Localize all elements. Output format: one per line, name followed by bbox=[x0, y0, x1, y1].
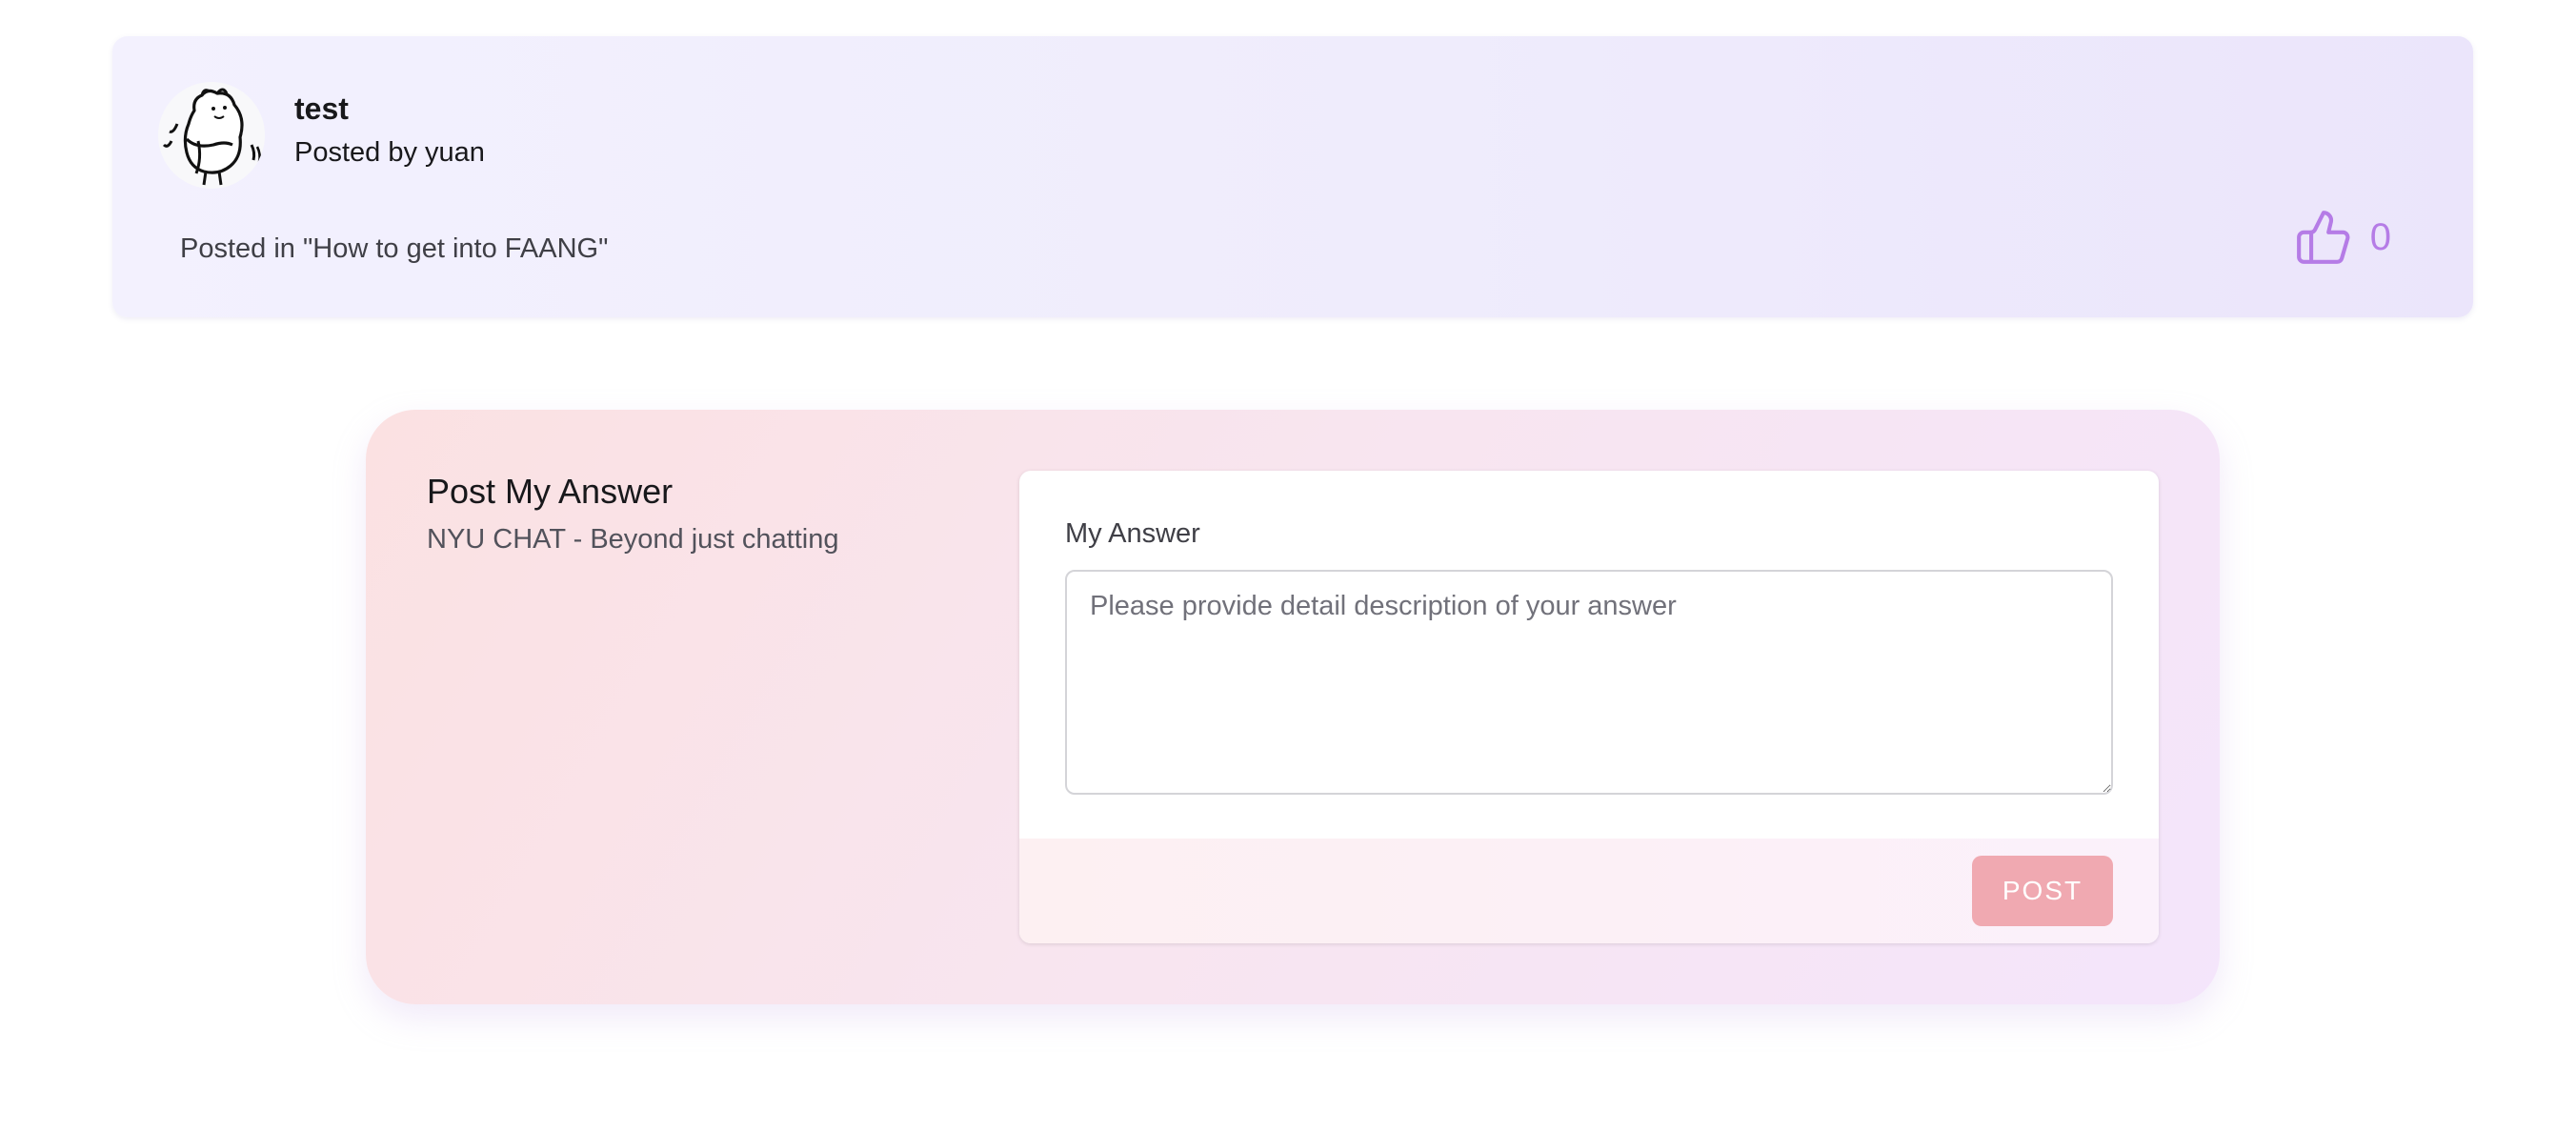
avatar[interactable] bbox=[158, 82, 265, 189]
answer-field-label: My Answer bbox=[1065, 518, 1200, 549]
like-count: 0 bbox=[2369, 216, 2391, 258]
answer-textarea[interactable] bbox=[1065, 570, 2113, 795]
question-title[interactable]: test bbox=[294, 90, 485, 128]
answer-form: My Answer POST bbox=[1019, 471, 2159, 943]
answer-panel: Post My Answer NYU CHAT - Beyond just ch… bbox=[366, 410, 2220, 1004]
like-button[interactable]: 0 bbox=[2294, 208, 2391, 267]
cartoon-character-avatar-icon bbox=[158, 82, 265, 189]
panel-subtitle: NYU CHAT - Beyond just chatting bbox=[427, 524, 839, 555]
panel-title: Post My Answer bbox=[427, 472, 674, 511]
posted-by-text: Posted by yuan bbox=[294, 137, 485, 168]
posted-in-text: Posted in "How to get into FAANG" bbox=[180, 233, 609, 264]
panel-heading: Post My Answer NYU CHAT - Beyond just ch… bbox=[427, 471, 839, 556]
post-button[interactable]: POST bbox=[1972, 856, 2113, 926]
form-footer: POST bbox=[1019, 839, 2159, 943]
thumbs-up-icon[interactable] bbox=[2294, 208, 2353, 267]
author-block: test Posted by yuan bbox=[294, 90, 485, 170]
question-card: test Posted by yuan Posted in "How to ge… bbox=[112, 36, 2473, 317]
